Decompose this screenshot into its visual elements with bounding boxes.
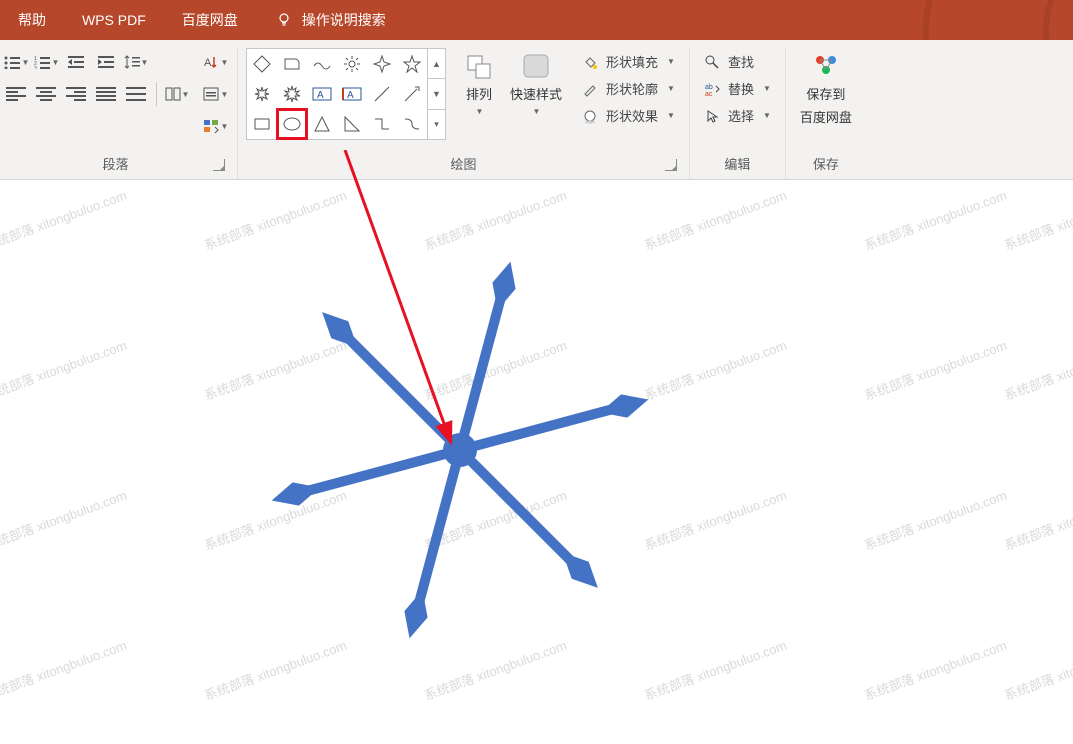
search-icon: [704, 54, 720, 70]
group-label-save: 保存: [794, 148, 858, 179]
baidu-netdisk-icon: [811, 52, 841, 80]
numbering-button[interactable]: 123▼: [32, 48, 60, 76]
slide-canvas[interactable]: 系统部落 xitongbuluo.com 系统部落 xitongbuluo.co…: [0, 180, 1073, 744]
watermark: 系统部落 xitongbuluo.com: [861, 185, 1009, 254]
group-editing: 查找 abac替换▼ 选择▼ 编辑: [690, 48, 786, 179]
pen-icon: [582, 81, 598, 97]
shape-star5[interactable]: [397, 49, 427, 79]
shape-oval[interactable]: [277, 109, 307, 139]
save-to-baidu-button[interactable]: 保存到 百度网盘: [794, 48, 858, 130]
convert-smartart-button[interactable]: ▼: [201, 112, 229, 140]
group-drawing: A A ▲ ▼ ▾ 排列: [238, 48, 690, 179]
shape-effects-button[interactable]: 形状效果▼: [576, 102, 681, 129]
decrease-indent-button[interactable]: [62, 48, 90, 76]
watermark: 系统部落 xitongbuluo.com: [0, 485, 129, 554]
shapes-scroll-up[interactable]: ▲: [428, 49, 445, 79]
paragraph-launcher[interactable]: [213, 159, 225, 171]
effects-icon: [582, 108, 598, 124]
shape-rect[interactable]: [247, 109, 277, 139]
watermark: 系统部落 xitongbuluo.com: [1001, 485, 1073, 554]
search-placeholder-text: 操作说明搜索: [302, 10, 386, 30]
shapes-scroll-down[interactable]: ▼: [428, 79, 445, 109]
ribbon: ▼ 123▼ ▼ ▼ A▼ ▼ ▼: [0, 40, 1073, 180]
lightbulb-icon: [276, 12, 292, 28]
replace-button[interactable]: abac替换▼: [698, 75, 777, 102]
svg-text:A: A: [204, 57, 212, 69]
shape-fill-button[interactable]: 形状填充▼: [576, 48, 681, 75]
columns-button[interactable]: ▼: [163, 80, 191, 108]
bucket-icon: [582, 54, 598, 70]
arrange-button[interactable]: 排列 ▼: [458, 48, 500, 120]
shapes-gallery[interactable]: A A ▲ ▼ ▾: [246, 48, 446, 140]
snowflake-shape[interactable]: [250, 240, 670, 660]
justify-button[interactable]: [92, 80, 120, 108]
drawing-launcher[interactable]: [665, 159, 677, 171]
watermark: 系统部落 xitongbuluo.com: [0, 635, 129, 704]
watermark: 系统部落 xitongbuluo.com: [1001, 335, 1073, 404]
text-direction-button[interactable]: A▼: [201, 48, 229, 76]
watermark: 系统部落 xitongbuluo.com: [0, 185, 129, 254]
watermark: 系统部落 xitongbuluo.com: [1001, 185, 1073, 254]
quick-styles-button[interactable]: 快速样式 ▼: [504, 48, 568, 120]
shape-curved-elbow[interactable]: [397, 109, 427, 139]
group-label-drawing: 绘图: [246, 148, 681, 179]
title-bar: 帮助 WPS PDF 百度网盘 操作说明搜索: [0, 0, 1073, 40]
shape-diamond[interactable]: [247, 49, 277, 79]
align-center-button[interactable]: [32, 80, 60, 108]
shape-line[interactable]: [367, 79, 397, 109]
watermark: 系统部落 xitongbuluo.com: [861, 485, 1009, 554]
group-paragraph: ▼ 123▼ ▼ ▼ A▼ ▼ ▼: [0, 48, 238, 179]
shape-textbox-h[interactable]: A: [307, 79, 337, 109]
shape-elbow[interactable]: [367, 109, 397, 139]
shapes-scroll[interactable]: ▲ ▼ ▾: [427, 49, 445, 139]
shape-wave[interactable]: [307, 49, 337, 79]
group-save: 保存到 百度网盘 保存: [786, 48, 866, 179]
align-left-button[interactable]: [2, 80, 30, 108]
tab-wps-pdf[interactable]: WPS PDF: [64, 0, 164, 40]
shape-burst1[interactable]: [247, 79, 277, 109]
bullets-button[interactable]: ▼: [2, 48, 30, 76]
svg-text:A: A: [347, 90, 354, 101]
shape-burst2[interactable]: [277, 79, 307, 109]
shape-triangle[interactable]: [307, 109, 337, 139]
distribute-button[interactable]: [122, 80, 150, 108]
svg-text:ab: ab: [705, 84, 713, 91]
tab-baidu-netdisk[interactable]: 百度网盘: [164, 0, 256, 40]
find-button[interactable]: 查找: [698, 48, 777, 75]
shape-line-arrow[interactable]: [397, 79, 427, 109]
group-label-editing: 编辑: [698, 148, 777, 179]
tell-me-search[interactable]: 操作说明搜索: [276, 10, 386, 30]
cursor-icon: [704, 108, 720, 124]
shape-star4[interactable]: [367, 49, 397, 79]
shape-outline-button[interactable]: 形状轮廓▼: [576, 75, 681, 102]
watermark: 系统部落 xitongbuluo.com: [861, 335, 1009, 404]
shape-textbox-v[interactable]: A: [337, 79, 367, 109]
svg-text:ac: ac: [705, 91, 713, 97]
shape-right-triangle[interactable]: [337, 109, 367, 139]
tab-help[interactable]: 帮助: [0, 0, 64, 40]
watermark: 系统部落 xitongbuluo.com: [1001, 635, 1073, 704]
shape-rounded-rect[interactable]: [277, 49, 307, 79]
svg-text:A: A: [317, 90, 324, 101]
shapes-more[interactable]: ▾: [428, 110, 445, 139]
watermark: 系统部落 xitongbuluo.com: [0, 335, 129, 404]
decorative-circles: [803, 0, 1073, 40]
align-right-button[interactable]: [62, 80, 90, 108]
quick-styles-icon: [521, 52, 551, 80]
shape-sun[interactable]: [337, 49, 367, 79]
increase-indent-button[interactable]: [92, 48, 120, 76]
svg-text:3: 3: [34, 66, 37, 69]
select-button[interactable]: 选择▼: [698, 102, 777, 129]
arrange-icon: [464, 52, 494, 80]
line-spacing-button[interactable]: ▼: [122, 48, 150, 76]
group-label-paragraph: 段落: [2, 148, 229, 179]
replace-icon: abac: [704, 81, 720, 97]
watermark: 系统部落 xitongbuluo.com: [861, 635, 1009, 704]
align-text-button[interactable]: ▼: [201, 80, 229, 108]
